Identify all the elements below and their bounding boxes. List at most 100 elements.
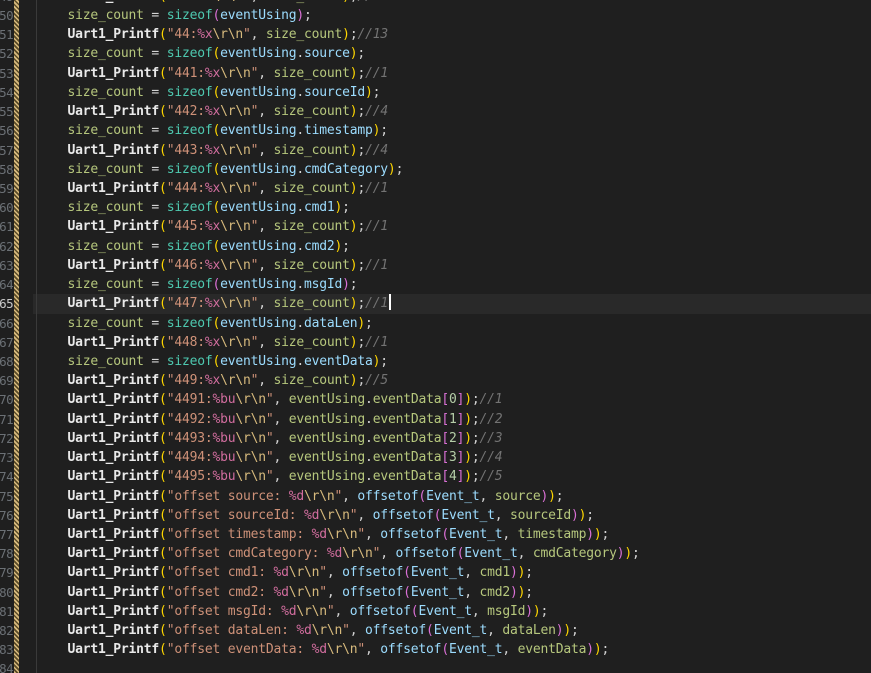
line-number[interactable]: 81 xyxy=(0,602,14,621)
line-number[interactable]: 83 xyxy=(0,640,14,659)
token: ) xyxy=(586,526,594,542)
line-number[interactable]: 79 xyxy=(0,563,14,582)
code-line[interactable]: 68 size_count = sizeof(eventUsing.eventD… xyxy=(0,352,871,371)
code-line[interactable]: 84 xyxy=(0,659,871,673)
code-line[interactable]: 51 Uart1_Printf("44:%x\r\n", size_count)… xyxy=(0,25,871,44)
code-line[interactable]: 65 Uart1_Printf("447:%x\r\n", size_count… xyxy=(0,294,871,314)
line-number[interactable]: 73 xyxy=(0,448,14,467)
line-number[interactable]: 55 xyxy=(0,102,14,121)
token: //4 xyxy=(365,104,388,120)
line-number[interactable]: 53 xyxy=(0,64,14,83)
token: "447: xyxy=(166,296,205,312)
token: dataLen xyxy=(304,315,358,331)
line-number[interactable]: 84 xyxy=(0,659,14,673)
line-number[interactable]: 70 xyxy=(0,390,14,409)
code-line[interactable]: 59 Uart1_Printf("444:%x\r\n", size_count… xyxy=(0,179,871,198)
token: size_count xyxy=(266,0,342,4)
code-line[interactable]: 73 Uart1_Printf("4494:%bu\r\n", eventUsi… xyxy=(0,448,871,467)
line-number[interactable]: 67 xyxy=(0,333,14,352)
code-line[interactable]: 71 Uart1_Printf("4492:%bu\r\n", eventUsi… xyxy=(0,410,871,429)
token: ( xyxy=(212,277,221,293)
token: size_count xyxy=(67,161,144,177)
line-number[interactable]: 51 xyxy=(0,25,14,44)
line-number[interactable]: 71 xyxy=(0,410,14,429)
token: , xyxy=(326,565,343,581)
code-line[interactable]: 72 Uart1_Printf("4493:%bu\r\n", eventUsi… xyxy=(0,429,871,448)
token: %x xyxy=(197,0,212,4)
code-line[interactable]: 54 size_count = sizeof(eventUsing.source… xyxy=(0,83,871,102)
line-number[interactable]: 54 xyxy=(0,83,14,102)
code-line[interactable]: 57 Uart1_Printf("443:%x\r\n", size_count… xyxy=(0,141,871,160)
line-number[interactable]: 66 xyxy=(0,314,14,333)
token: \r\n xyxy=(319,507,350,523)
code-line[interactable]: 62 size_count = sizeof(eventUsing.cmd2); xyxy=(0,237,871,256)
token: eventUsing xyxy=(288,469,366,485)
code-line[interactable]: 53 Uart1_Printf("441:%x\r\n", size_count… xyxy=(0,64,871,83)
line-number[interactable]: 50 xyxy=(0,6,14,25)
token: source xyxy=(494,488,541,504)
code-line[interactable]: 64 size_count = sizeof(eventUsing.msgId)… xyxy=(0,275,871,294)
git-modified-gutter-indicator[interactable] xyxy=(14,0,19,673)
token: //1 xyxy=(365,65,388,81)
code-line[interactable]: 76 Uart1_Printf("offset sourceId: %d\r\n… xyxy=(0,506,871,525)
line-number[interactable]: 74 xyxy=(0,467,14,486)
line-number[interactable]: 78 xyxy=(0,544,14,563)
code-line[interactable]: 70 Uart1_Printf("4491:%bu\r\n", eventUsi… xyxy=(0,390,871,409)
line-number[interactable]: 58 xyxy=(0,160,14,179)
code-line[interactable]: 81 Uart1_Printf("offset msgId: %d\r\n", … xyxy=(0,602,871,621)
token: size_count xyxy=(67,353,144,369)
code-line[interactable]: 67 Uart1_Printf("448:%x\r\n", size_count… xyxy=(0,333,871,352)
line-number[interactable]: 64 xyxy=(0,275,14,294)
token: " xyxy=(265,469,274,485)
code-line[interactable]: 60 size_count = sizeof(eventUsing.cmd1); xyxy=(0,198,871,217)
line-number[interactable]: 68 xyxy=(0,352,14,371)
code-text: size_count = sizeof(eventUsing.cmd1); xyxy=(37,200,350,215)
line-number[interactable]: 60 xyxy=(0,198,14,217)
code-line[interactable]: 58 size_count = sizeof(eventUsing.cmdCat… xyxy=(0,160,871,179)
code-line[interactable]: 61 Uart1_Printf("445:%x\r\n", size_count… xyxy=(0,217,871,236)
token: timestamp xyxy=(304,123,373,139)
line-number[interactable]: 82 xyxy=(0,621,14,640)
code-text: Uart1_Printf("4492:%bu\r\n", eventUsing.… xyxy=(37,412,503,427)
code-line[interactable]: 75 Uart1_Printf("offset source: %d\r\n",… xyxy=(0,487,871,506)
code-line[interactable]: 55 Uart1_Printf("442:%x\r\n", size_count… xyxy=(0,102,871,121)
token: Uart1_Printf xyxy=(67,334,160,350)
token: "444: xyxy=(166,181,205,196)
line-number[interactable]: 69 xyxy=(0,371,14,390)
token: ; xyxy=(471,469,480,485)
code-line[interactable]: 50 size_count = sizeof(eventUsing); xyxy=(0,6,871,25)
line-number[interactable]: 80 xyxy=(0,583,14,602)
code-line[interactable]: 69 Uart1_Printf("449:%x\r\n", size_count… xyxy=(0,371,871,390)
code-editor: 49 Uart1_Printf("43:%x\r\n", size_count)… xyxy=(0,0,871,673)
line-number[interactable]: 76 xyxy=(0,506,14,525)
line-number[interactable]: 56 xyxy=(0,121,14,140)
code-line[interactable]: 83 Uart1_Printf("offset eventData: %d\r\… xyxy=(0,640,871,659)
line-number[interactable]: 61 xyxy=(0,217,14,236)
line-number[interactable]: 65 xyxy=(0,294,14,313)
token: , xyxy=(258,334,274,350)
line-number[interactable]: 75 xyxy=(0,487,14,506)
line-number[interactable]: 57 xyxy=(0,141,14,160)
code-line[interactable]: 78 Uart1_Printf("offset cmdCategory: %d\… xyxy=(0,544,871,563)
code-line[interactable]: 77 Uart1_Printf("offset timestamp: %d\r\… xyxy=(0,525,871,544)
line-number[interactable]: 59 xyxy=(0,179,14,198)
token: Uart1_Printf xyxy=(67,642,160,658)
line-number[interactable]: 72 xyxy=(0,429,14,448)
code-line[interactable]: 79 Uart1_Printf("offset cmd1: %d\r\n", o… xyxy=(0,563,871,582)
token: Event_t xyxy=(410,584,465,600)
code-line[interactable]: 63 Uart1_Printf("446:%x\r\n", size_count… xyxy=(0,256,871,275)
code-line[interactable]: 56 size_count = sizeof(eventUsing.timest… xyxy=(0,121,871,140)
line-number[interactable]: 63 xyxy=(0,256,14,275)
code-line[interactable]: 74 Uart1_Printf("4495:%bu\r\n", eventUsi… xyxy=(0,467,871,486)
line-number[interactable]: 77 xyxy=(0,525,14,544)
token: ) xyxy=(548,488,556,504)
code-line[interactable]: 80 Uart1_Printf("offset cmd2: %d\r\n", o… xyxy=(0,583,871,602)
line-number[interactable]: 52 xyxy=(0,44,14,63)
line-number[interactable]: 62 xyxy=(0,237,14,256)
code-line[interactable]: 52 size_count = sizeof(eventUsing.source… xyxy=(0,44,871,63)
code-line[interactable]: 82 Uart1_Printf("offset dataLen: %d\r\n"… xyxy=(0,621,871,640)
code-line[interactable]: 66 size_count = sizeof(eventUsing.dataLe… xyxy=(0,314,871,333)
